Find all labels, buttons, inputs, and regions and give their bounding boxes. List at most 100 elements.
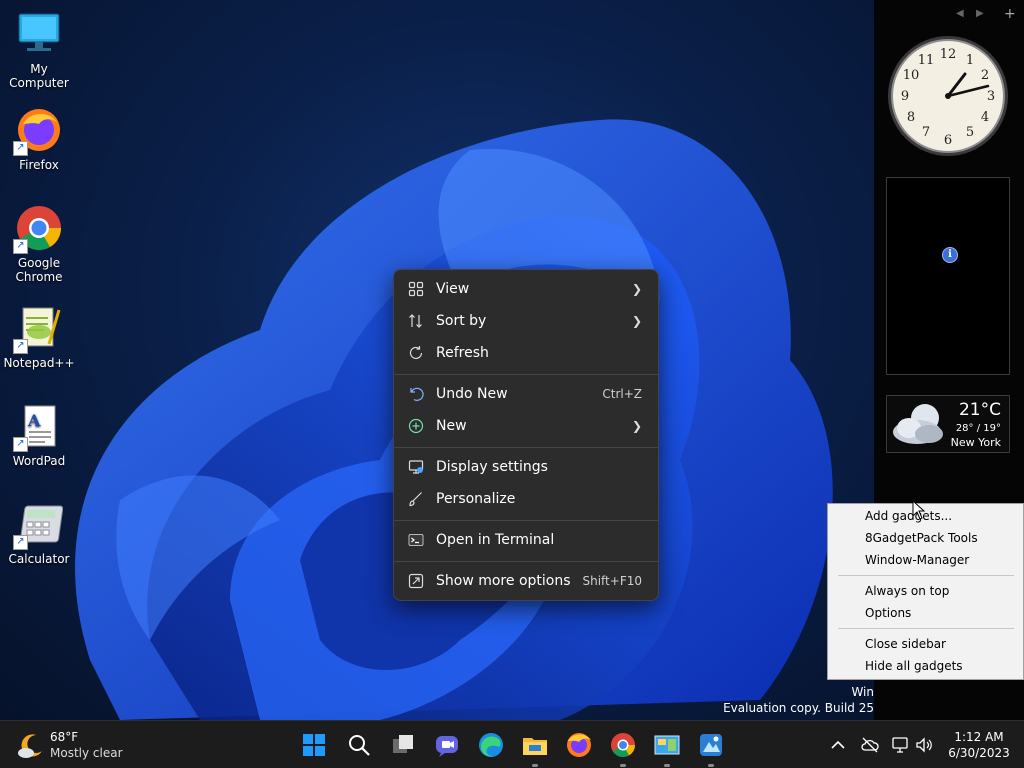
gadget-menu-window-manager[interactable]: Window-Manager [865,549,969,571]
menu-item-label: Show more options [436,573,571,589]
brush-icon [409,492,422,507]
network-icon[interactable] [890,735,910,755]
weather-gadget[interactable]: 21°C 28° / 19° New York [886,395,1010,453]
menu-item-label: Sort by [436,313,487,329]
volume-icon[interactable] [914,735,934,755]
search-button[interactable] [343,729,375,761]
menu-item-show-more-options[interactable]: Show more options Shift+F10 [398,566,654,596]
gadget-menu-add-gadgets[interactable]: Add gadgets... [865,505,952,527]
grid-icon [408,281,424,297]
weather-temperature: 21°C [958,400,1001,420]
sort-icon [409,314,422,328]
firefox-taskbar-button[interactable] [563,729,595,761]
sidebar-add-icon[interactable]: + [1004,6,1016,22]
clock-gadget[interactable]: 12 1 2 345 678 9 10 11 [886,34,1010,158]
chevron-right-icon: ❯ [631,282,642,296]
svg-text:5: 5 [966,125,974,140]
firefox-icon: ↗ [13,106,63,156]
chevron-right-icon: ❯ [631,314,642,328]
firefox-icon [567,733,591,757]
watermark-line-1: Win [851,685,874,699]
show-hidden-icons-chevron-up-icon[interactable] [828,735,848,755]
slideshow-gadget[interactable]: i [886,177,1010,375]
chrome-taskbar-button[interactable] [607,729,639,767]
info-icon[interactable]: i [942,247,958,263]
shortcut-arrow-icon: ↗ [13,535,28,550]
edge-button[interactable] [475,729,507,761]
menu-item-label: Personalize [436,491,516,507]
menu-item-label: Undo New [436,386,508,402]
task-view-button[interactable] [387,729,419,761]
menu-item-shortcut: Ctrl+Z [602,387,642,401]
display-icon [408,460,424,474]
gadget-menu-options[interactable]: Options [865,602,911,624]
taskbar-clock[interactable]: 1:12 AM 6/30/2023 [940,729,1018,761]
moon-cloud-icon [893,404,943,444]
menu-item-personalize[interactable]: Personalize [398,484,654,514]
svg-text:6: 6 [944,133,952,148]
taskbar-weather-temp: 68°F [50,730,79,744]
notepad-plus-plus-icon: ↗ [13,304,63,354]
running-indicator [620,764,626,767]
menu-item-label: View [436,281,470,297]
terminal-icon [408,534,424,546]
menu-item-label: Refresh [436,345,489,361]
gadget-menu-always-on-top[interactable]: Always on top [865,580,949,602]
running-indicator [532,764,538,767]
shortcut-arrow-icon: ↗ [13,239,28,254]
gadget-menu-close-sidebar[interactable]: Close sidebar [865,633,946,655]
menu-item-new[interactable]: New ❯ [398,411,654,441]
taskbar-weather-desc: Mostly clear [50,746,123,760]
menu-item-sort-by[interactable]: Sort by ❯ [398,306,654,336]
mouse-cursor-icon [912,500,926,520]
desktop-icon-label: Calculator [8,552,70,566]
desktop-context-menu: View ❯ Sort by ❯ Refresh Undo New Ctrl+Z… [393,269,659,601]
refresh-icon [409,346,423,359]
desktop-icon-wordpad[interactable]: A ↗ WordPad [0,402,78,468]
sidebar-next-icon[interactable]: ▶ [976,8,984,19]
gadget-menu-hide-all-gadgets[interactable]: Hide all gadgets [865,655,963,677]
desktop-icon-google-chrome[interactable]: ↗ Google Chrome [0,204,78,284]
teams-chat-button[interactable] [431,729,463,761]
menu-separator [394,374,658,375]
file-explorer-button[interactable] [519,729,551,767]
taskbar-date: 6/30/2023 [948,746,1010,760]
svg-text:10: 10 [903,68,920,83]
menu-item-open-in-terminal[interactable]: Open in Terminal [398,525,654,555]
folder-icon [523,738,547,755]
gadget-menu-8gadgetpack-tools[interactable]: 8GadgetPack Tools [865,527,978,549]
desktop-icon-notepad-plus-plus[interactable]: ↗ Notepad++ [0,304,78,370]
menu-separator [838,628,1014,629]
svg-text:7: 7 [922,125,930,140]
photos-button[interactable] [695,729,727,767]
gadget-context-menu: Add gadgets... 8GadgetPack Tools Window-… [827,503,1024,680]
menu-separator [394,520,658,521]
taskbar-time: 1:12 AM [954,730,1004,744]
svg-text:A: A [27,411,41,430]
desktop-icon-firefox[interactable]: ↗ Firefox [0,106,78,172]
menu-item-display-settings[interactable]: Display settings [398,452,654,482]
running-indicator [708,764,714,767]
clock-face-icon: 12 12 345 678 91011 [888,36,1008,156]
desktop-icon-label: My Computer [9,62,69,90]
menu-item-refresh[interactable]: Refresh [398,338,654,368]
svg-text:8: 8 [907,110,915,125]
menu-item-undo-new[interactable]: Undo New Ctrl+Z [398,379,654,409]
desktop-icon-label: Firefox [19,158,59,172]
more-options-icon [408,573,424,589]
menu-item-shortcut: Shift+F10 [582,574,642,588]
weather-city: New York [950,436,1001,449]
menu-item-label: New [436,418,467,434]
menu-item-view[interactable]: View ❯ [398,274,654,304]
menu-item-label: Open in Terminal [436,532,555,548]
desktop-icon-calculator[interactable]: ↗ Calculator [0,500,78,566]
taskbar-weather-widget[interactable]: 68°F Mostly clear [14,729,124,761]
desktop-icon-my-computer[interactable]: My Computer [0,10,78,90]
sidebar-prev-icon[interactable]: ◀ [956,8,964,19]
control-panel-button[interactable] [651,729,683,767]
svg-text:12: 12 [940,47,957,62]
menu-separator [394,561,658,562]
desktop-icon-label: WordPad [12,454,66,468]
start-button[interactable] [298,729,330,761]
cloud-sync-off-icon[interactable] [860,735,880,755]
